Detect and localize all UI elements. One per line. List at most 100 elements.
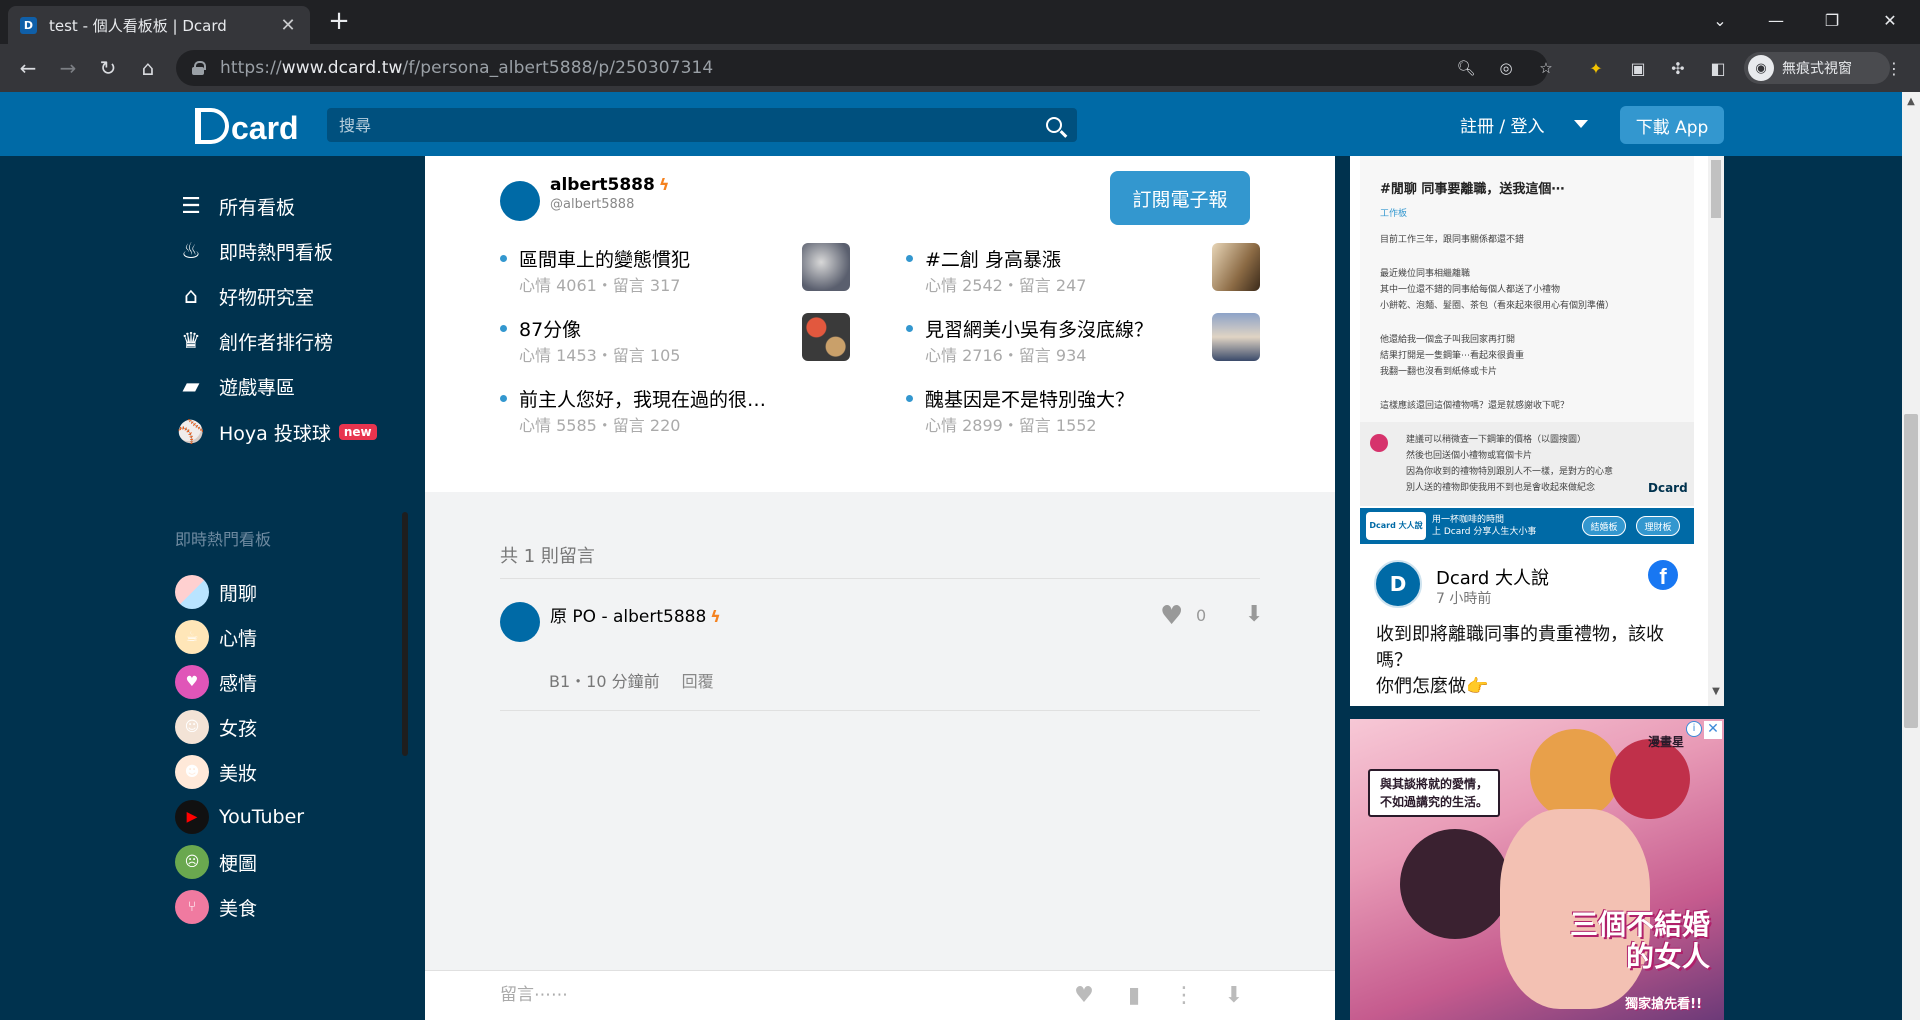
scroll-up-arrow-icon[interactable]: ▲	[1902, 96, 1920, 108]
sidebar-item-goods-lab[interactable]: ⌂ 好物研究室	[175, 276, 314, 316]
board-relationship-icon: ♥	[175, 665, 209, 699]
sidebar-board-girl[interactable]: ☺ 女孩	[175, 707, 257, 747]
fb-embed-scroll-thumb[interactable]	[1711, 160, 1721, 218]
fb-post-time[interactable]: 7 小時前	[1436, 588, 1491, 608]
comment-input[interactable]	[500, 985, 800, 1005]
heart-icon[interactable]: ♥	[1070, 983, 1098, 1008]
scroll-down-arrow-icon[interactable]: ▼	[1708, 686, 1724, 702]
post-thumbnail	[802, 243, 850, 291]
zoom-icon[interactable]: 🔍︎	[1456, 58, 1476, 78]
browser-tab[interactable]: D test - 個人看板板 | Dcard ✕	[8, 6, 310, 44]
sidebar-item-creator-ranking[interactable]: ♛ 創作者排行榜	[175, 321, 333, 361]
eye-off-icon[interactable]: ◎	[1496, 58, 1516, 78]
address-bar[interactable]: https://www.dcard.tw/f/persona_albert588…	[176, 50, 1553, 86]
bolt-icon: ϟ	[710, 607, 721, 626]
url-text[interactable]: https://www.dcard.tw/f/persona_albert588…	[220, 58, 713, 78]
related-post[interactable]: 87分像 心情 1453・留言 105	[500, 313, 850, 369]
sidebar-board-mood[interactable]: ☕ 心情	[175, 617, 257, 657]
facebook-icon[interactable]: f	[1648, 560, 1678, 590]
search-button[interactable]	[1031, 108, 1077, 142]
ad-info-icon[interactable]: i	[1686, 721, 1702, 737]
sidebar-board-youtuber[interactable]: ▶ YouTuber	[175, 797, 304, 837]
bolt-icon: ϟ	[658, 175, 670, 194]
bookmark-icon[interactable]: ▮	[1120, 983, 1148, 1008]
bullet-dot	[906, 255, 913, 262]
board-chat-icon	[175, 575, 209, 609]
browser-tab-strip: D test - 個人看板板 | Dcard ✕ + ⌄ — ❐ ✕	[0, 0, 1920, 44]
fb-embed-scrollbar[interactable]	[1708, 156, 1724, 706]
sidebar-item-games[interactable]: ▰ 遊戲專區	[175, 366, 295, 406]
sidebar-item-hoya[interactable]: ⚾ Hoya 投球球 new	[175, 412, 377, 452]
new-tab-button[interactable]: +	[324, 6, 354, 36]
minimize-window-button[interactable]: —	[1748, 0, 1804, 40]
fb-page-name[interactable]: Dcard 大人說	[1436, 564, 1549, 590]
chevron-down-icon[interactable]	[1574, 120, 1588, 128]
page-scroll-thumb[interactable]	[1904, 414, 1918, 728]
comment-avatar[interactable]	[500, 602, 540, 642]
logo-d-mark	[195, 108, 229, 144]
sidebar-scrollbar[interactable]	[402, 512, 408, 756]
sidebar-board-chat[interactable]: 閒聊	[175, 572, 257, 612]
lock-icon[interactable]	[192, 61, 206, 75]
heart-icon[interactable]: ♥	[1160, 602, 1183, 630]
ad-close-icon[interactable]: ✕	[1704, 721, 1722, 739]
related-post[interactable]: 區間車上的變態慣犯 心情 4061・留言 317	[500, 243, 850, 299]
sidebar-item-all-boards[interactable]: ☰ 所有看板	[175, 186, 295, 226]
comment-author[interactable]: 原 PO - albert5888 ϟ	[550, 602, 721, 627]
board-meme-icon: ☹	[175, 845, 209, 879]
sidebar-board-makeup[interactable]: ☻ 美妝	[175, 752, 257, 792]
puzzle-icon[interactable]: ✣	[1666, 56, 1690, 80]
sidebar-board-meme[interactable]: ☹ 梗圖	[175, 842, 257, 882]
forward-arrow-icon[interactable]: →	[52, 52, 84, 84]
sidebar-board-food[interactable]: ⑂ 美食	[175, 887, 257, 927]
close-window-button[interactable]: ✕	[1862, 0, 1918, 40]
related-post[interactable]: 見習網美小吳有多沒底線？ 心情 2716・留言 934	[906, 313, 1260, 369]
more-options-icon[interactable]: ⋮	[1170, 983, 1198, 1008]
author-name[interactable]: albert5888 ϟ	[550, 175, 669, 195]
tab-close-icon[interactable]: ✕	[278, 15, 298, 36]
more-icon[interactable]: ⋮	[1882, 56, 1906, 80]
dcard-page-avatar[interactable]: D	[1374, 560, 1422, 608]
ad-banner[interactable]: 與其談將就的愛情， 不如過講究的生活。 漫畫星 三個不結婚 的女人 獨家搶先看!! …	[1350, 719, 1724, 1020]
store-icon: ⌂	[184, 283, 198, 309]
search-icon	[1046, 117, 1062, 133]
home-icon[interactable]: ⌂	[132, 52, 164, 84]
restore-window-button[interactable]: ❐	[1804, 0, 1860, 40]
subscribe-newsletter-button[interactable]: 訂閱電子報	[1110, 171, 1250, 225]
extension-icon[interactable]: ✦	[1584, 56, 1608, 80]
incognito-profile-button[interactable]: ◉ 無痕式視窗	[1744, 52, 1890, 84]
download-app-button[interactable]: 下載 App	[1620, 106, 1724, 144]
author-avatar[interactable]	[500, 181, 540, 221]
related-post[interactable]: #二創 身高暴漲 心情 2542・留言 247	[906, 243, 1260, 299]
facebook-embed[interactable]: #閒聊 同事要離職，送我這個⋯ 工作板 目前工作三年，跟同事關係都還不錯 最近幾…	[1350, 156, 1724, 706]
browser-toolbar: ← → ↻ ⌂ https://www.dcard.tw/f/persona_a…	[0, 44, 1920, 92]
sidebar-item-hot-boards[interactable]: ♨ 即時熱門看板	[175, 231, 333, 271]
dcard-watermark: Dcard	[1648, 481, 1688, 495]
login-link[interactable]: 註冊 / 登入	[1460, 112, 1545, 137]
star-icon[interactable]: ☆	[1536, 58, 1556, 78]
bullet-dot	[906, 325, 913, 332]
reload-icon[interactable]: ↻	[92, 52, 124, 84]
tab-search-icon[interactable]: ⌄	[1692, 0, 1748, 40]
comments-section: 共 1 則留言 原 PO - albert5888 ϟ ♥ 0 ⬇ B1・10 分…	[425, 492, 1335, 1020]
ad-figure	[1400, 829, 1510, 939]
post-thumbnail	[1212, 313, 1260, 361]
board-girl-icon: ☺	[175, 710, 209, 744]
sidepanel-icon[interactable]: ◧	[1706, 56, 1730, 80]
back-arrow-icon[interactable]: ←	[12, 52, 44, 84]
scroll-down-icon[interactable]: ⬇	[1220, 983, 1248, 1008]
fire-icon: ♨	[181, 238, 201, 264]
extension-app-icon[interactable]: ▣	[1626, 56, 1650, 80]
sidebar-board-relationship[interactable]: ♥ 感情	[175, 662, 257, 702]
search-input[interactable]	[327, 108, 1031, 142]
hot-boards-heading: 即時熱門看板	[175, 530, 272, 549]
left-sidebar: ☰ 所有看板 ♨ 即時熱門看板 ⌂ 好物研究室 ♛ 創作者排行榜 ▰ 遊戲專區 …	[0, 156, 425, 1020]
related-post[interactable]: 前主人您好，我現在過的很… 心情 5585・留言 220	[500, 383, 850, 439]
ad-quote: 與其談將就的愛情， 不如過講究的生活。	[1368, 769, 1501, 817]
fb-image-banner: Dcard 大人說 用一杯咖啡的時間上 Dcard 分享人生大小事 結婚板 理財…	[1360, 508, 1694, 544]
like-count: 0	[1196, 606, 1207, 625]
reply-button[interactable]: 回覆	[682, 672, 714, 691]
dcard-logo[interactable]: card	[195, 104, 299, 144]
downvote-icon[interactable]: ⬇	[1245, 602, 1263, 627]
related-post[interactable]: 醜基因是不是特別強大？ 心情 2899・留言 1552	[906, 383, 1260, 439]
